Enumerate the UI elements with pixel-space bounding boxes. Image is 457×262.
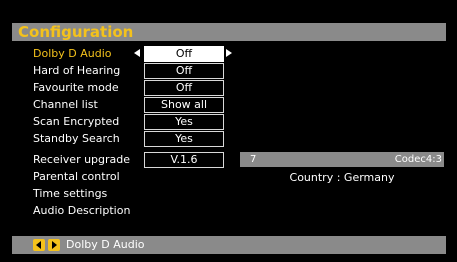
page-title: Configuration [18,23,134,41]
channel-info-bar: 7 Codec4:3 [240,152,444,167]
menu-item-parental-control[interactable]: Parental control [0,168,240,185]
receiver-upgrade-value[interactable]: V.1.6 [144,152,224,168]
menu-item-time-settings[interactable]: Time settings [0,185,240,202]
menu-item-label: Scan Encrypted [33,115,120,128]
menu-item-standby-search[interactable]: Standby Search Yes [0,130,240,147]
menu-item-label: Dolby D Audio [33,47,112,60]
menu-item-scan-encrypted[interactable]: Scan Encrypted Yes [0,113,240,130]
menu-item-hard-of-hearing[interactable]: Hard of Hearing Off [0,62,240,79]
tv-osd-screen: Configuration Dolby D Audio Off Hard of … [0,0,457,262]
title-bar: Configuration [12,23,446,41]
menu-item-audio-description[interactable]: Audio Description [0,202,240,219]
channel-list-value[interactable]: Show all [144,97,224,113]
menu-item-label: Time settings [33,187,108,200]
menu-item-label: Channel list [33,98,98,111]
arrow-left-icon[interactable] [134,49,140,57]
menu-item-favourite-mode[interactable]: Favourite mode Off [0,79,240,96]
standby-search-value[interactable]: Yes [144,131,224,147]
menu-item-label: Audio Description [33,204,131,217]
menu-item-channel-list[interactable]: Channel list Show all [0,96,240,113]
menu-item-label: Favourite mode [33,81,119,94]
footer-hint-text: Dolby D Audio [66,238,145,251]
left-key-icon [33,239,45,251]
footer-hint-bar: Dolby D Audio [12,236,446,254]
menu-item-label: Hard of Hearing [33,64,121,77]
hard-of-hearing-value[interactable]: Off [144,63,224,79]
channel-number: 7 [250,154,257,165]
arrow-right-icon[interactable] [226,49,232,57]
menu-item-dolby-d-audio[interactable]: Dolby D Audio Off [0,45,240,62]
country-label: Country : Germany [289,171,395,184]
right-key-icon [48,239,60,251]
menu-item-label: Receiver upgrade [33,153,131,166]
menu-item-label: Standby Search [33,132,120,145]
menu-item-label: Parental control [33,170,120,183]
dolby-d-audio-value[interactable]: Off [144,46,224,62]
favourite-mode-value[interactable]: Off [144,80,224,96]
codec-label: Codec4:3 [394,154,442,165]
scan-encrypted-value[interactable]: Yes [144,114,224,130]
video-preview [240,45,444,149]
menu-item-receiver-upgrade[interactable]: Receiver upgrade V.1.6 [0,151,240,168]
